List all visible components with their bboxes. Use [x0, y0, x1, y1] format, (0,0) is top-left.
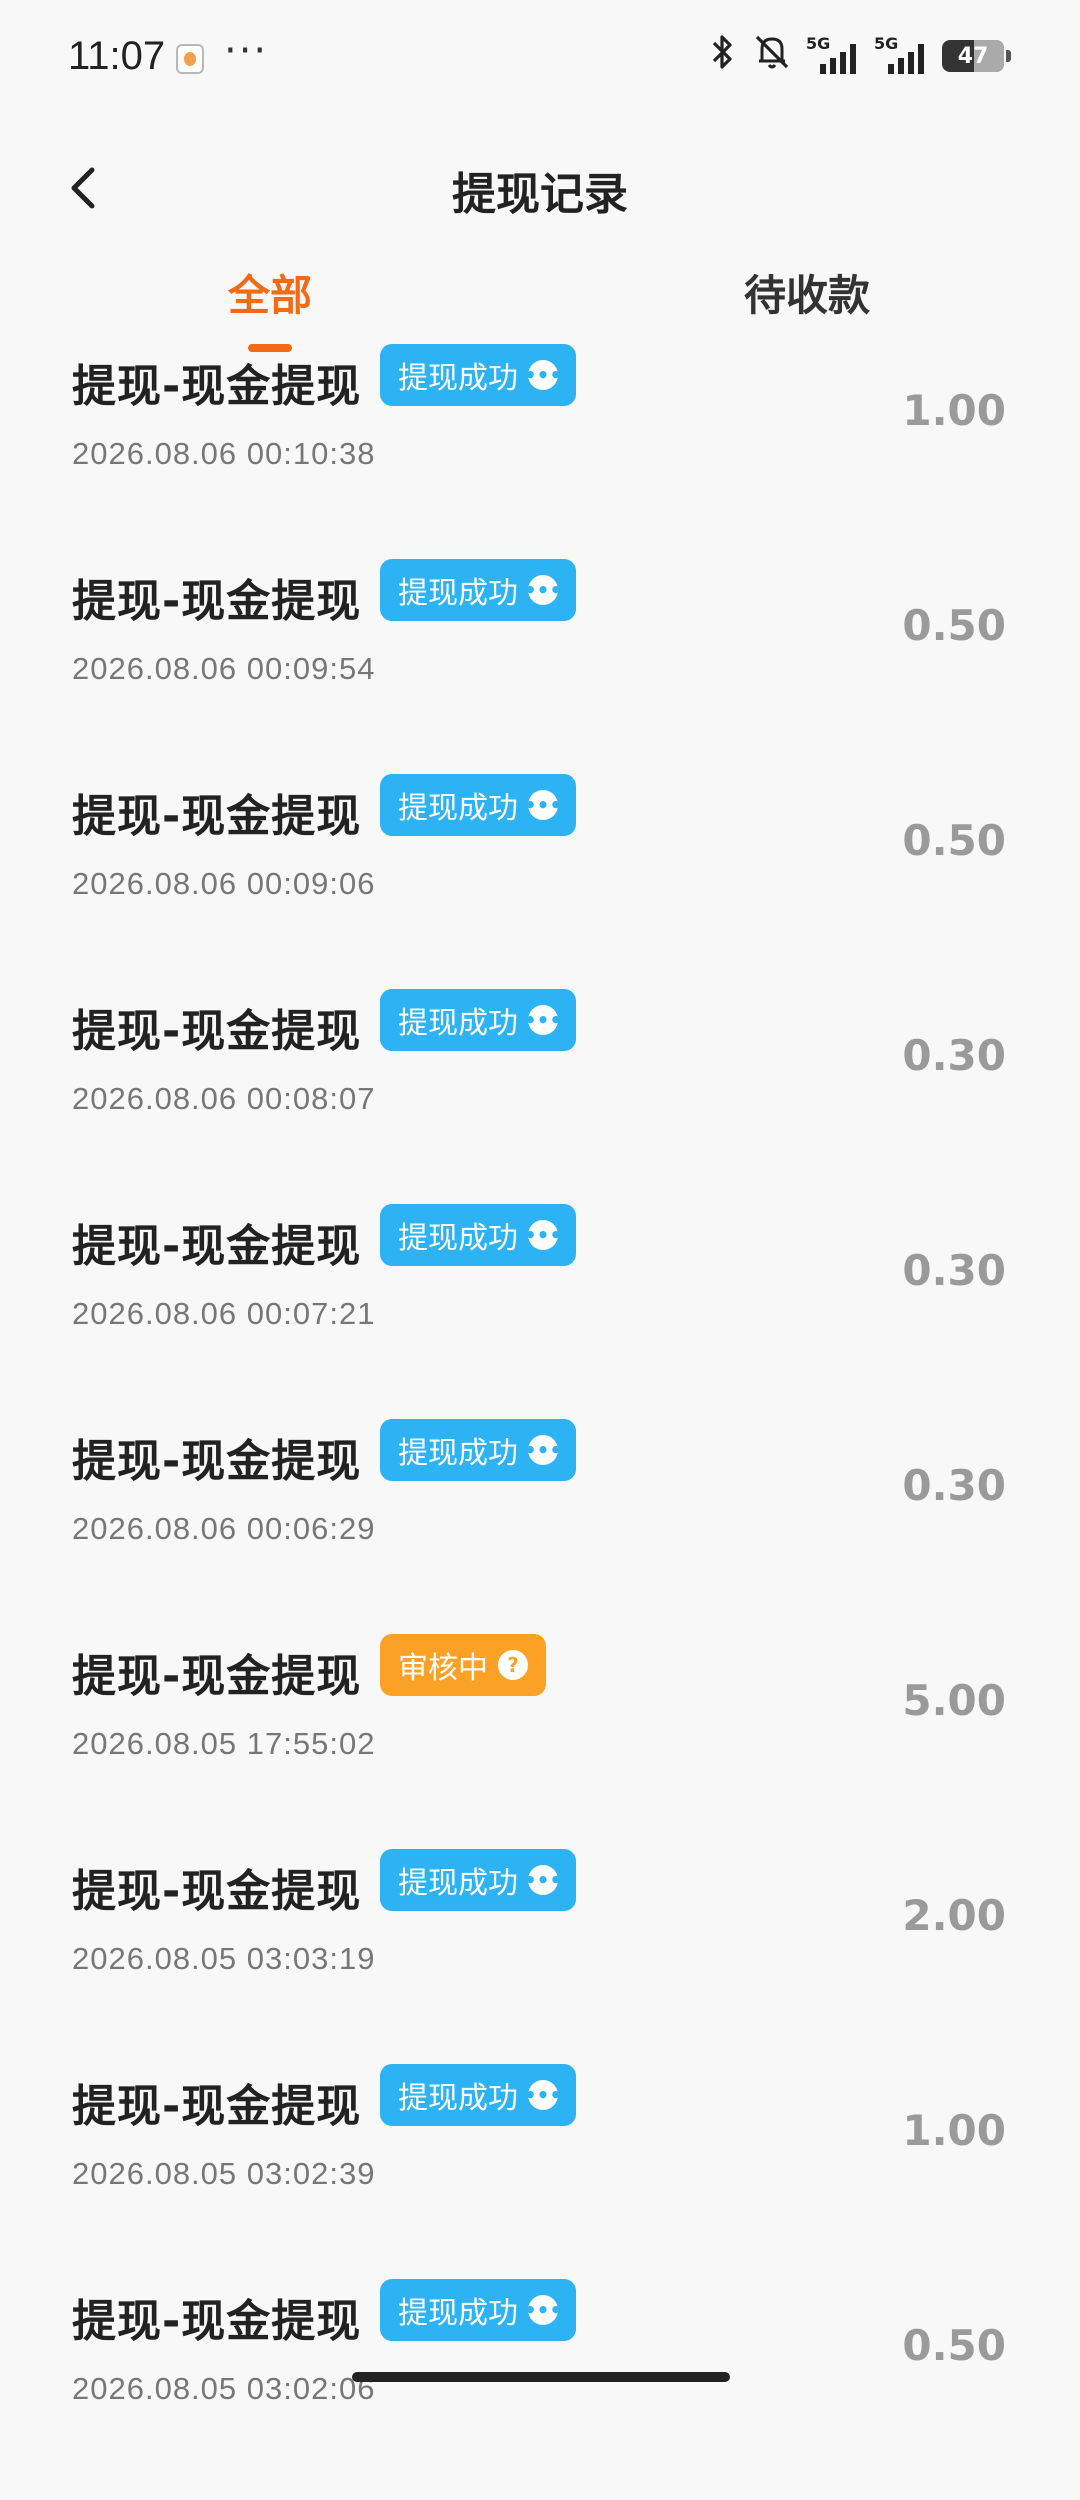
status-badge: 提现成功 •••	[380, 774, 576, 836]
status-icons: 5G 5G 47	[708, 34, 1011, 76]
chat-bubble-icon: •••	[524, 1005, 562, 1035]
page-title: 提现记录	[452, 169, 628, 220]
record-time: 2026.08.05 03:02:39	[72, 2156, 376, 2191]
record-time: 2026.08.06 00:09:54	[72, 651, 376, 686]
list-item[interactable]: 提现-现金提现 审核中 ? 2026.08.05 17:55:02 5.00	[0, 1634, 1080, 1855]
record-time: 2026.08.05 03:03:19	[72, 1941, 376, 1976]
record-title: 提现-现金提现	[72, 1006, 362, 1057]
status-bar: 11:07 ··· 5G 5G 47	[0, 0, 1080, 120]
record-amount: 0.30	[902, 1031, 1006, 1080]
battery-icon: 47	[942, 40, 1011, 72]
tab-all[interactable]: 全部	[228, 262, 312, 323]
record-amount: 0.30	[902, 1246, 1006, 1295]
list-item[interactable]: 提现-现金提现 提现成功 ••• 2026.08.06 00:09:06 0.5…	[0, 774, 1080, 995]
status-badge: 提现成功 •••	[380, 559, 576, 621]
status-text: 提现成功	[398, 361, 518, 396]
home-indicator[interactable]	[352, 2372, 730, 2382]
status-badge: 提现成功 •••	[380, 1419, 576, 1481]
status-text: 提现成功	[398, 1006, 518, 1041]
record-amount: 1.00	[902, 2106, 1006, 2155]
status-more: ···	[224, 28, 269, 74]
record-amount: 1.00	[902, 386, 1006, 435]
battery-level: 47	[957, 43, 989, 69]
status-badge: 提现成功 •••	[380, 1849, 576, 1911]
status-badge: 审核中 ?	[380, 1634, 546, 1696]
record-amount: 0.30	[902, 1461, 1006, 1510]
record-title: 提现-现金提现	[72, 1651, 362, 1702]
chat-bubble-icon: •••	[524, 2080, 562, 2110]
record-title: 提现-现金提现	[72, 1221, 362, 1272]
status-badge: 提现成功 •••	[380, 2064, 576, 2126]
question-icon[interactable]: ?	[498, 1650, 528, 1680]
list-item[interactable]: 提现-现金提现 提现成功 ••• 2026.08.05 03:03:19 2.0…	[0, 1849, 1080, 2070]
mute-icon	[752, 33, 792, 80]
status-text: 提现成功	[398, 1436, 518, 1471]
signal-icon-2: 5G	[874, 34, 928, 76]
list-item[interactable]: 提现-现金提现 提现成功 ••• 2026.08.06 00:09:54 0.5…	[0, 559, 1080, 780]
record-time: 2026.08.06 00:07:21	[72, 1296, 376, 1331]
status-text: 提现成功	[398, 576, 518, 611]
list-item[interactable]: 提现-现金提现 提现成功 ••• 2026.08.05 03:02:39 1.0…	[0, 2064, 1080, 2285]
list-item[interactable]: 提现-现金提现 提现成功 ••• 2026.08.06 00:06:29 0.3…	[0, 1419, 1080, 1640]
chat-bubble-icon: •••	[524, 360, 562, 390]
record-title: 提现-现金提现	[72, 1436, 362, 1487]
withdrawal-list: 提现-现金提现 提现成功 ••• 2026.08.06 00:10:38 1.0…	[0, 344, 1080, 2500]
record-amount: 2.00	[902, 1891, 1006, 1940]
status-text: 审核中	[398, 1651, 488, 1686]
record-time: 2026.08.06 00:06:29	[72, 1511, 376, 1546]
list-item[interactable]: 提现-现金提现 提现成功 ••• 2026.08.06 00:10:38 1.0…	[0, 344, 1080, 565]
chat-bubble-icon: •••	[524, 575, 562, 605]
status-badge: 提现成功 •••	[380, 1204, 576, 1266]
chat-bubble-icon: •••	[524, 790, 562, 820]
status-text: 提现成功	[398, 1221, 518, 1256]
record-time: 2026.08.06 00:10:38	[72, 436, 376, 471]
record-title: 提现-现金提现	[72, 361, 362, 412]
record-title: 提现-现金提现	[72, 2296, 362, 2347]
record-time: 2026.08.06 00:08:07	[72, 1081, 376, 1116]
record-title: 提现-现金提现	[72, 1866, 362, 1917]
status-text: 提现成功	[398, 2296, 518, 2331]
record-time: 2026.08.06 00:09:06	[72, 866, 376, 901]
record-title: 提现-现金提现	[72, 2081, 362, 2132]
list-item[interactable]: 提现-现金提现 提现成功 ••• 2026.08.06 00:07:21 0.3…	[0, 1204, 1080, 1425]
record-amount: 5.00	[902, 1676, 1006, 1725]
status-time: 11:07	[68, 34, 166, 78]
chat-bubble-icon: •••	[524, 1865, 562, 1895]
list-item[interactable]: 提现-现金提现 提现成功 ••• 2026.08.05 03:02:06 0.5…	[0, 2279, 1080, 2500]
chat-bubble-icon: •••	[524, 1220, 562, 1250]
record-title: 提现-现金提现	[72, 791, 362, 842]
chat-bubble-icon: •••	[524, 2295, 562, 2325]
status-badge: 提现成功 •••	[380, 344, 576, 406]
record-amount: 0.50	[902, 816, 1006, 865]
status-badge: 提现成功 •••	[380, 989, 576, 1051]
nav-bar: 提现记录	[0, 130, 1080, 240]
status-text: 提现成功	[398, 2081, 518, 2116]
record-time: 2026.08.05 17:55:02	[72, 1726, 376, 1761]
status-text: 提现成功	[398, 791, 518, 826]
record-amount: 0.50	[902, 2321, 1006, 2370]
list-item[interactable]: 提现-现金提现 提现成功 ••• 2026.08.06 00:08:07 0.3…	[0, 989, 1080, 1210]
record-title: 提现-现金提现	[72, 576, 362, 627]
tab-pending[interactable]: 待收款	[744, 262, 870, 323]
chat-bubble-icon: •••	[524, 1435, 562, 1465]
signal-icon: 5G	[806, 34, 860, 76]
app-icon	[176, 44, 204, 74]
status-badge: 提现成功 •••	[380, 2279, 576, 2341]
bluetooth-icon	[708, 33, 738, 80]
record-amount: 0.50	[902, 601, 1006, 650]
record-time: 2026.08.05 03:02:06	[72, 2371, 376, 2406]
status-text: 提现成功	[398, 1866, 518, 1901]
